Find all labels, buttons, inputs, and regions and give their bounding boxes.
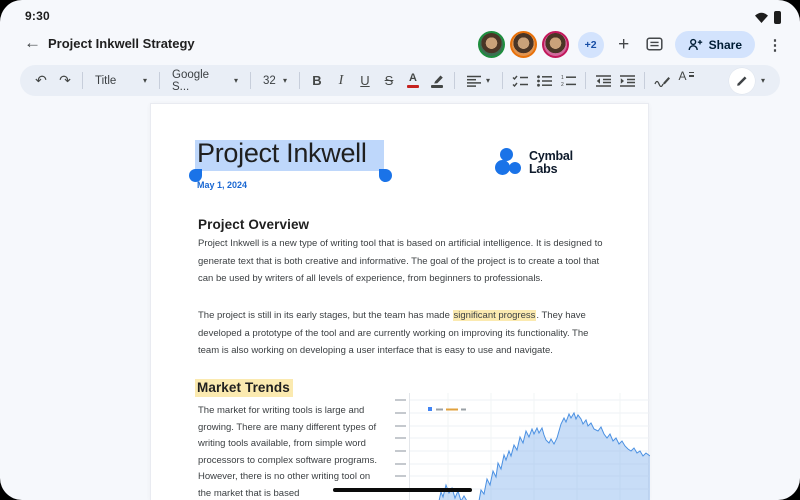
avatar[interactable]: [542, 31, 569, 58]
paragraph-style-dropdown[interactable]: Title ▾: [88, 75, 154, 87]
undo-icon[interactable]: ↶: [29, 69, 53, 93]
wifi-icon: [754, 11, 769, 24]
highlight-color-bar: [431, 85, 443, 88]
paragraph-text: The project is still in its early stages…: [198, 310, 453, 321]
pencil-icon: [736, 74, 749, 87]
highlighter-icon: [431, 74, 444, 84]
document-title-appbar[interactable]: Project Inkwell Strategy: [48, 36, 195, 51]
chevron-down-icon: ▾: [486, 77, 490, 85]
overflow-menu-icon[interactable]: ⋮: [764, 32, 786, 58]
status-time: 9:30: [25, 9, 50, 23]
scribble-pen-icon[interactable]: [650, 69, 674, 93]
avatar[interactable]: [478, 31, 505, 58]
align-dropdown[interactable]: ▾: [460, 75, 497, 87]
toolbar-divider: [250, 72, 251, 89]
numbered-list-button[interactable]: 1 2: [556, 69, 580, 93]
edit-mode-button[interactable]: [729, 68, 755, 94]
share-button[interactable]: Share: [675, 31, 755, 58]
toolbar-divider: [644, 72, 645, 89]
redo-icon[interactable]: ↷: [53, 69, 77, 93]
toolbar-divider: [502, 72, 503, 89]
edit-mode-chevron-icon[interactable]: ▾: [755, 69, 771, 93]
logo-circles-icon: [492, 148, 522, 176]
toolbar-divider: [159, 72, 160, 89]
paragraph-overview-2[interactable]: The project is still in its early stages…: [198, 307, 612, 360]
market-chart-svg[interactable]: [393, 393, 650, 500]
collaborator-avatars: [478, 31, 569, 58]
app-bar: ← Project Inkwell Strategy +2 +: [0, 28, 800, 62]
section-heading-overview[interactable]: Project Overview: [198, 217, 309, 232]
selection-handle-end[interactable]: [379, 169, 392, 182]
outdent-button[interactable]: [591, 69, 615, 93]
comment-icon[interactable]: [644, 32, 666, 58]
toolbar-divider: [82, 72, 83, 89]
toolbar-divider: [299, 72, 300, 89]
back-button[interactable]: ←: [24, 33, 41, 53]
highlight-color-button[interactable]: [425, 69, 449, 93]
document-page[interactable]: Project Inkwell May 1, 2024 Cymbal Labs …: [150, 103, 649, 500]
text-color-bar: [407, 85, 419, 88]
underline-button[interactable]: U: [353, 69, 377, 93]
tablet-screen: 9:30 ← Project Inkwell Strategy +2 +: [0, 0, 800, 500]
svg-text:1: 1: [561, 75, 564, 81]
bold-button[interactable]: B: [305, 69, 329, 93]
logo-line2: Labs: [529, 163, 573, 176]
toolbar-divider: [585, 72, 586, 89]
section-heading-market[interactable]: Market Trends: [195, 380, 293, 395]
chevron-down-icon: ▾: [143, 77, 147, 85]
collaborator-overflow-badge[interactable]: +2: [578, 32, 604, 58]
toolbar-divider: [454, 72, 455, 89]
svg-text:2: 2: [561, 82, 564, 87]
battery-icon: [774, 11, 781, 24]
gesture-navigation-bar[interactable]: [333, 488, 472, 492]
paragraph-overview-1[interactable]: Project Inkwell is a new type of writing…: [198, 235, 612, 288]
text-color-button[interactable]: A: [401, 69, 425, 93]
font-size-dropdown[interactable]: 32 ▾: [256, 75, 294, 87]
checklist-button[interactable]: [508, 69, 532, 93]
italic-button[interactable]: I: [329, 69, 353, 93]
indent-button[interactable]: [615, 69, 639, 93]
chevron-down-icon: ▾: [234, 77, 238, 85]
highlighted-text: significant progress: [453, 310, 537, 321]
add-icon[interactable]: +: [613, 32, 635, 58]
chevron-down-icon: ▾: [283, 77, 287, 85]
format-options-icon[interactable]: A: [674, 69, 698, 93]
align-left-icon: [467, 75, 481, 87]
highlighted-heading: Market Trends: [195, 379, 293, 397]
share-label: Share: [709, 38, 742, 52]
avatar[interactable]: [510, 31, 537, 58]
status-icons: [754, 11, 781, 24]
bulleted-list-button[interactable]: [532, 69, 556, 93]
document-date[interactable]: May 1, 2024: [197, 180, 247, 190]
paragraph-market[interactable]: The market for writing tools is large an…: [198, 403, 378, 500]
formatting-toolbar: ↶ ↷ Title ▾ Google S... ▾ 32 ▾ B I U S A: [20, 65, 780, 96]
cymbal-labs-logo: Cymbal Labs: [492, 148, 573, 176]
person-add-icon: [688, 38, 703, 51]
font-family-dropdown[interactable]: Google S... ▾: [165, 69, 245, 93]
document-heading[interactable]: Project Inkwell: [197, 138, 367, 169]
strikethrough-button[interactable]: S: [377, 69, 401, 93]
